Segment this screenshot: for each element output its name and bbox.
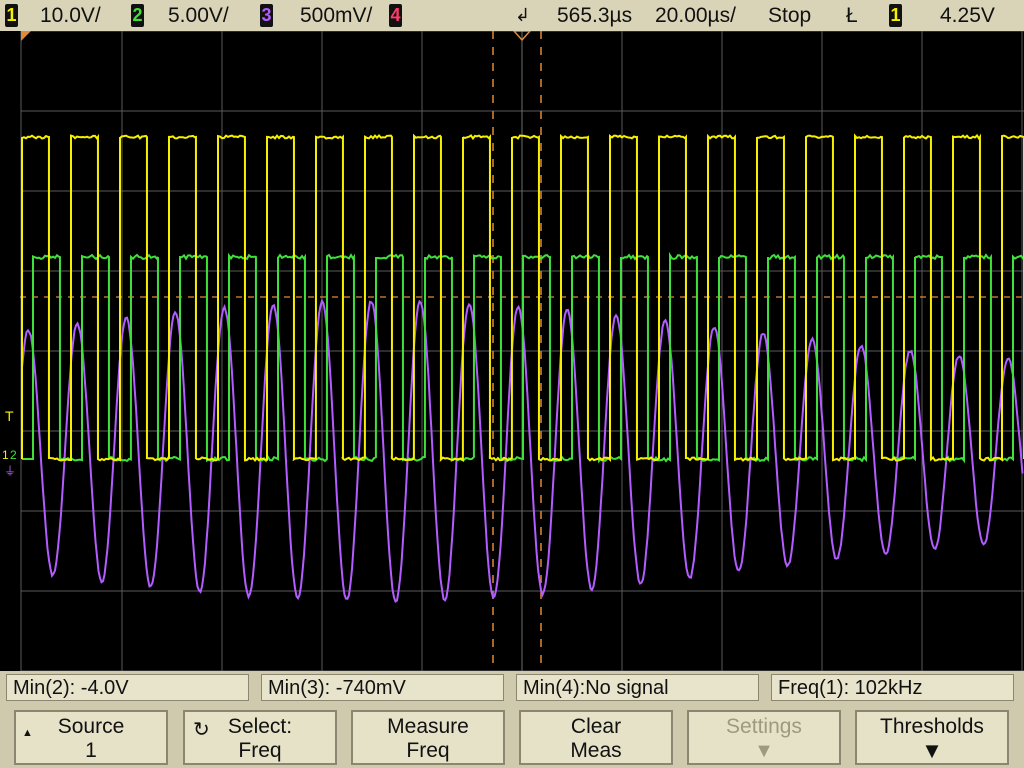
measurement-1: Min(2): -4.0V — [6, 674, 249, 701]
channel-1-indicator[interactable]: 1 — [5, 4, 18, 27]
select-button[interactable]: ↻ Select: Freq — [183, 710, 337, 765]
settings-label: Settings — [689, 715, 839, 739]
measure-button[interactable]: Measure Freq — [351, 710, 505, 765]
measure-value: Freq — [353, 739, 503, 763]
waveform-display[interactable]: T 1 2 ⏚ — [0, 31, 1024, 671]
arrow-up-icon: ▲ — [22, 721, 33, 745]
trigger-source-indicator: 1 — [889, 4, 902, 27]
channel-1-ground-marker: 1 — [2, 448, 9, 462]
softkey-bar: ▲ Source 1 ↻ Select: Freq Measure Freq C… — [0, 705, 1024, 768]
channel-2-trace — [22, 255, 1024, 461]
left-edge-marker — [21, 31, 31, 41]
trigger-level-marker: T — [5, 408, 14, 424]
channel-1-scale: 10.0V/ — [40, 0, 101, 31]
trigger-level: 4.25V — [940, 0, 995, 31]
timebase-scale: 20.00µs/ — [655, 0, 736, 31]
measurement-4: Freq(1): 102kHz — [771, 674, 1014, 701]
thresholds-button[interactable]: Thresholds ▼ — [855, 710, 1009, 765]
measurement-3: Min(4):No signal — [516, 674, 759, 701]
clear-meas-button[interactable]: Clear Meas — [519, 710, 673, 765]
arrow-down-icon: ▼ — [689, 739, 839, 763]
settings-button[interactable]: Settings ▼ — [687, 710, 841, 765]
channel-2-indicator[interactable]: 2 — [131, 4, 144, 27]
waveform-graticule: T 1 2 ⏚ — [0, 31, 1024, 671]
channel-2-scale: 5.00V/ — [168, 0, 229, 31]
channel-3-indicator[interactable]: 3 — [260, 4, 273, 27]
measure-label: Measure — [353, 715, 503, 739]
delay-marker-icon: ↲ — [515, 0, 530, 31]
measurement-2: Min(3): -740mV — [261, 674, 504, 701]
channel-2-ground-marker: 2 — [10, 448, 17, 462]
rotate-knob-icon: ↻ — [193, 718, 210, 742]
channel-3-ground-icon: ⏚ — [4, 464, 16, 478]
run-state: Stop — [768, 0, 811, 31]
clear-label: Clear — [521, 715, 671, 739]
source-value: 1 — [16, 739, 166, 763]
horizontal-delay: 565.3µs — [557, 0, 632, 31]
source-button[interactable]: ▲ Source 1 — [14, 710, 168, 765]
clear-value: Meas — [521, 739, 671, 763]
arrow-down-icon: ▼ — [857, 739, 1007, 763]
status-bar: 1 10.0V/ 2 5.00V/ 3 500mV/ 4 ↲ 565.3µs 2… — [0, 0, 1024, 31]
select-value: Freq — [185, 739, 335, 763]
source-label: Source — [16, 715, 166, 739]
left-markers: T 1 2 ⏚ — [2, 408, 17, 478]
channel-3-scale: 500mV/ — [300, 0, 372, 31]
channel-4-indicator[interactable]: 4 — [389, 4, 402, 27]
thresholds-label: Thresholds — [857, 715, 1007, 739]
trigger-edge-icon: Ł — [846, 0, 858, 31]
measurement-bar: Min(2): -4.0V Min(3): -740mV Min(4):No s… — [0, 671, 1024, 705]
